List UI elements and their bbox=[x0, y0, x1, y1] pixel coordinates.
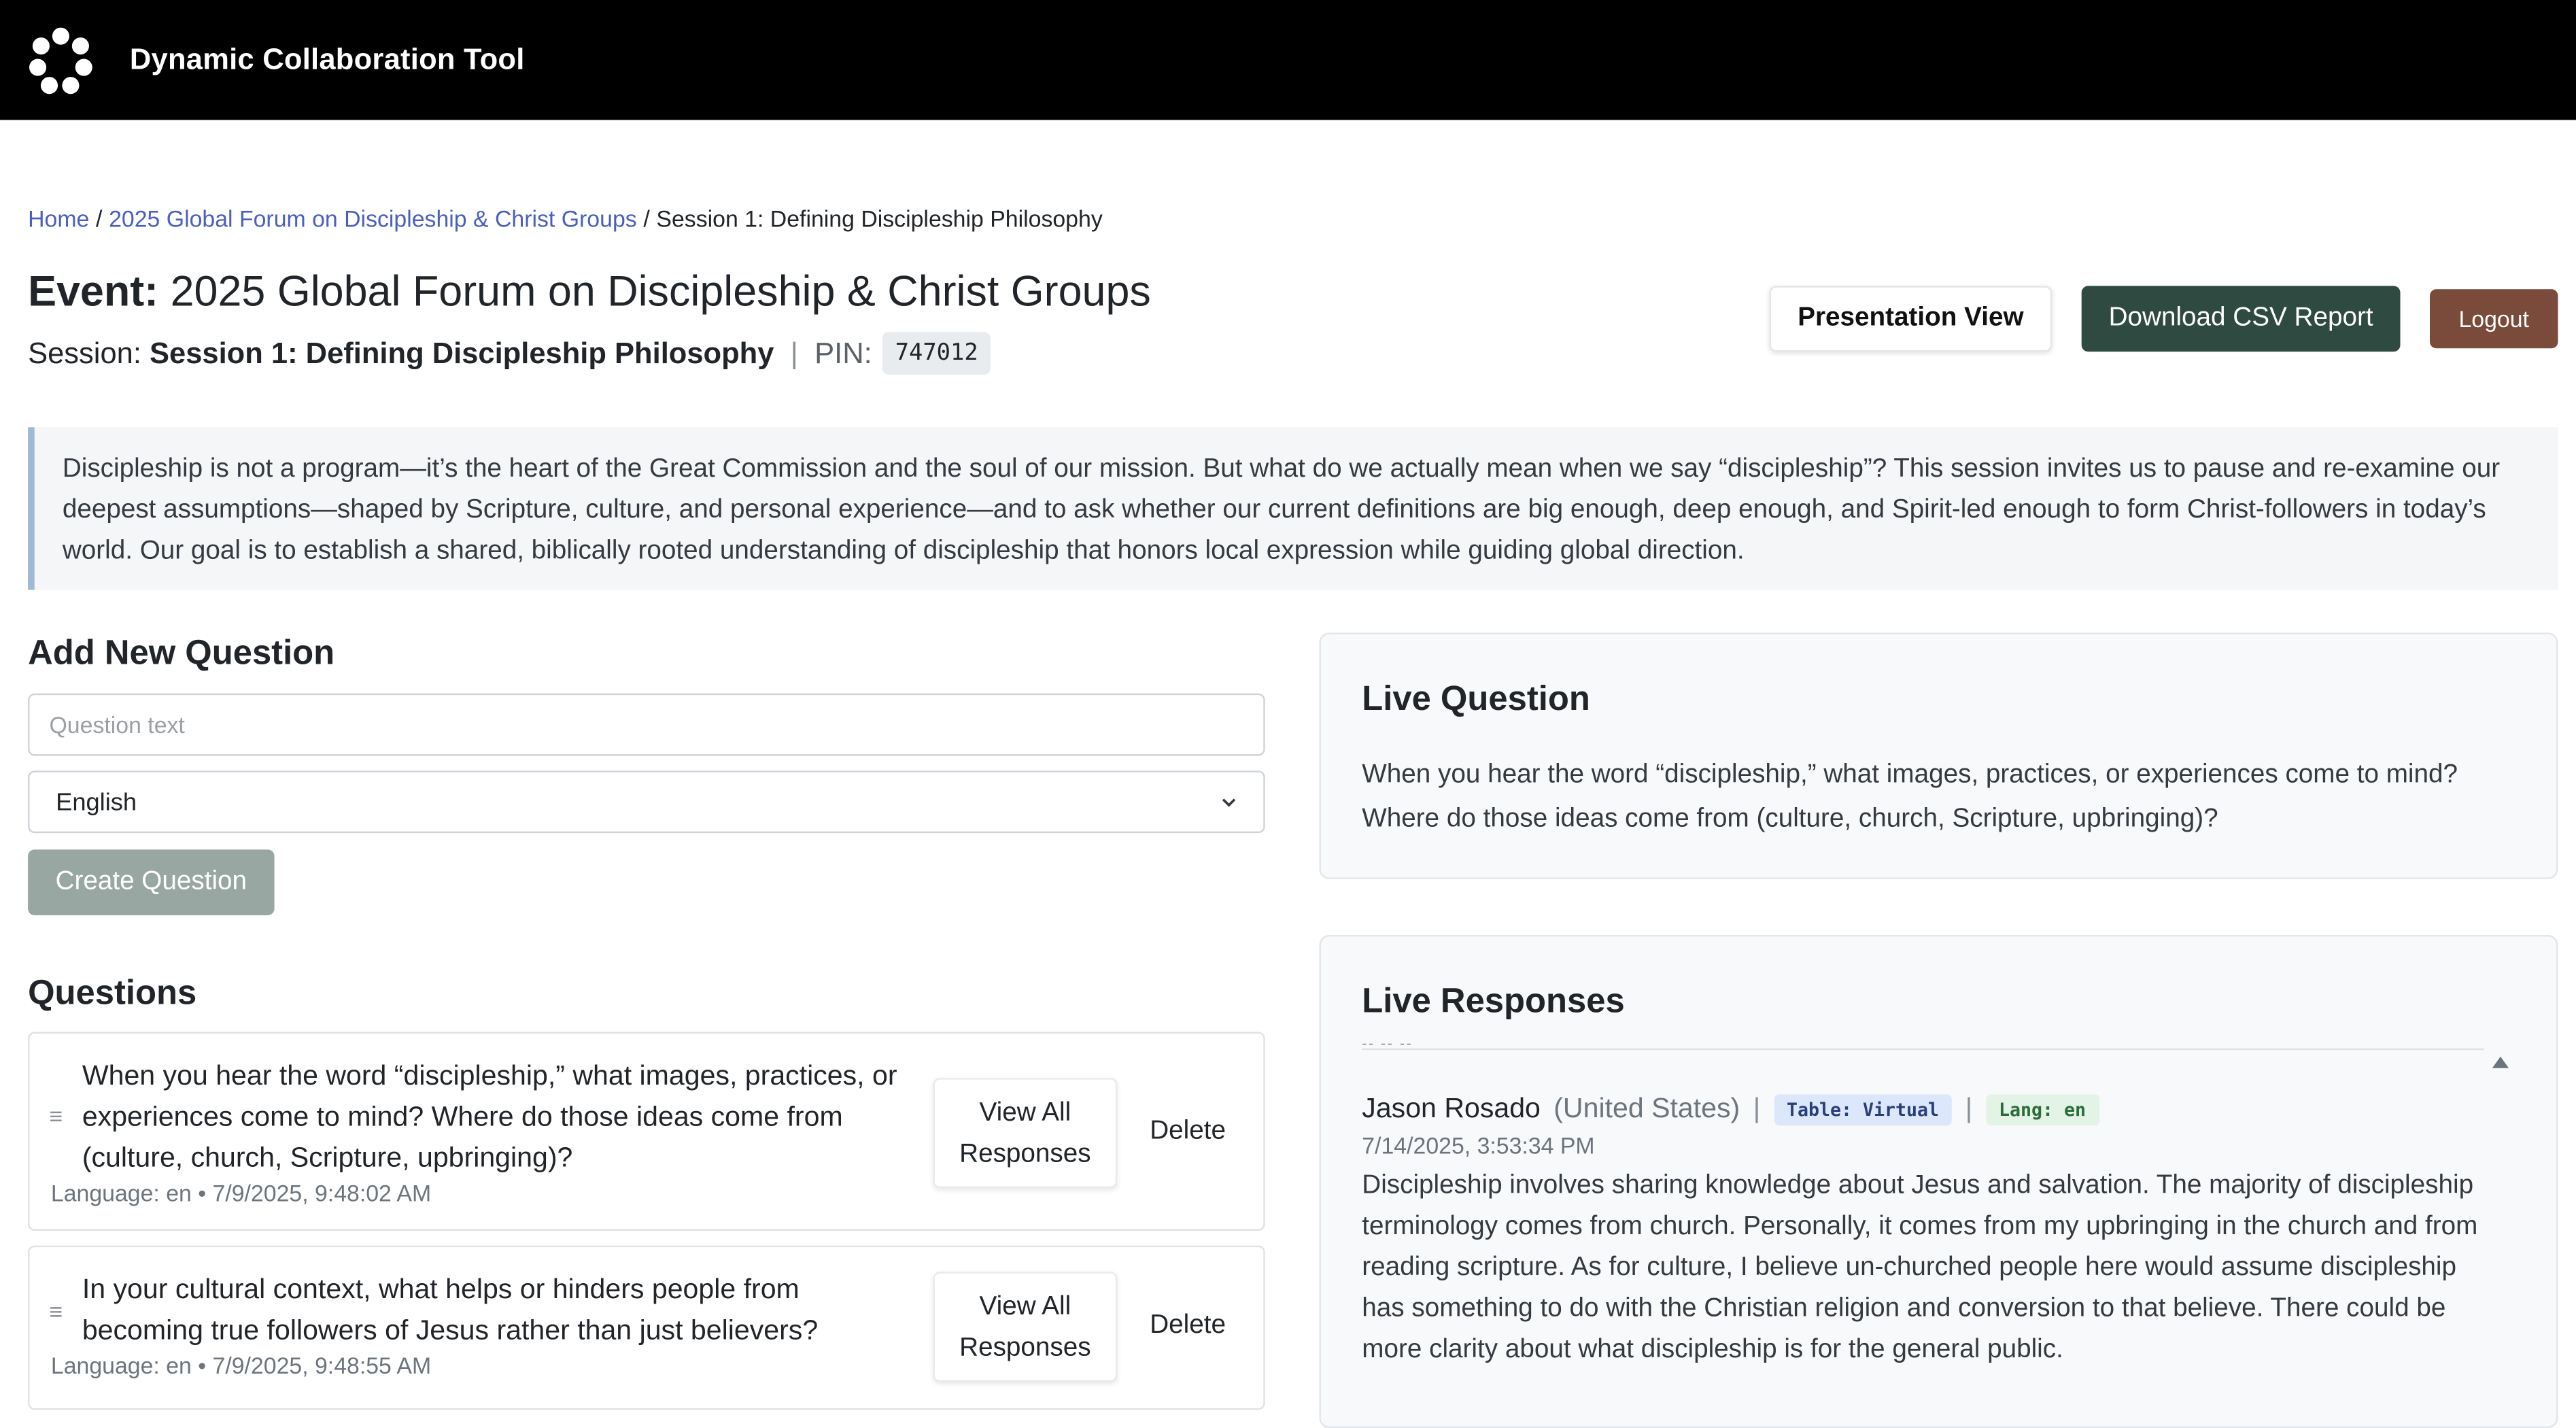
breadcrumb-separator: / bbox=[643, 205, 650, 232]
question-text-input[interactable] bbox=[28, 693, 1265, 756]
language-select[interactable]: English bbox=[28, 770, 1265, 834]
live-responses-panel: Live Responses -- -- -- Jason Rosado (Un… bbox=[1319, 934, 2558, 1428]
session-line: Session: Session 1: Defining Discipleshi… bbox=[28, 332, 992, 375]
view-all-responses-button[interactable]: View All Responses bbox=[933, 1272, 1118, 1382]
event-label: Event: bbox=[28, 266, 159, 316]
logout-button[interactable]: Logout bbox=[2430, 289, 2558, 349]
event-name: 2025 Global Forum on Discipleship & Chri… bbox=[170, 266, 1151, 316]
responder-country: (United States) bbox=[1553, 1092, 1740, 1124]
add-question-heading: Add New Question bbox=[28, 634, 335, 673]
language-tag: Lang: en bbox=[1985, 1093, 2099, 1125]
chevron-down-icon bbox=[1222, 798, 1236, 807]
delete-question-button[interactable]: Delete bbox=[1131, 1108, 1246, 1157]
delete-question-button[interactable]: Delete bbox=[1131, 1302, 1246, 1350]
breadcrumb-separator: / bbox=[96, 205, 103, 232]
response-divider: | bbox=[1965, 1092, 1973, 1124]
page: Dynamic Collaboration Tool Home/2025 Glo… bbox=[0, 0, 2576, 1428]
live-question-heading: Live Question bbox=[1362, 680, 1590, 719]
breadcrumb-event-link[interactable]: 2025 Global Forum on Discipleship & Chri… bbox=[109, 205, 637, 232]
pin-badge: 747012 bbox=[882, 332, 992, 375]
session-divider: | bbox=[790, 336, 798, 369]
responder-name: Jason Rosado bbox=[1362, 1092, 1541, 1124]
flower-logo-icon[interactable] bbox=[27, 27, 95, 95]
response-timestamp: 7/14/2025, 3:53:34 PM bbox=[1362, 1132, 1595, 1159]
app-title: Dynamic Collaboration Tool bbox=[129, 42, 525, 76]
session-name: Session 1: Defining Discipleship Philoso… bbox=[150, 336, 774, 369]
question-text: In your cultural context, what helps or … bbox=[82, 1273, 819, 1346]
response-divider: | bbox=[1753, 1092, 1761, 1124]
top-navbar: Dynamic Collaboration Tool bbox=[0, 0, 2576, 120]
question-text: When you hear the word “discipleship,” w… bbox=[82, 1059, 897, 1174]
divider bbox=[1362, 1048, 2484, 1051]
drag-handle-icon[interactable]: ≡ bbox=[49, 1102, 63, 1129]
breadcrumb-current-session: Session 1: Defining Discipleship Philoso… bbox=[656, 205, 1103, 232]
response-header: Jason Rosado (United States) | Table: Vi… bbox=[1362, 1093, 2484, 1125]
table-tag: Table: Virtual bbox=[1773, 1093, 1953, 1125]
response-body: Discipleship involves sharing knowledge … bbox=[1362, 1171, 2478, 1364]
download-csv-button[interactable]: Download CSV Report bbox=[2081, 286, 2401, 352]
event-title: Event: 2025 Global Forum on Discipleship… bbox=[28, 266, 1151, 317]
pin-label: PIN: bbox=[814, 336, 872, 369]
questions-heading: Questions bbox=[28, 974, 197, 1013]
live-question-text: When you hear the word “discipleship,” w… bbox=[1362, 760, 2458, 834]
question-card: ≡ In your cultural context, what helps o… bbox=[28, 1245, 1265, 1410]
session-description: Discipleship is not a program—it’s the h… bbox=[28, 427, 2558, 590]
question-meta: Language: en • 7/9/2025, 9:48:02 AM bbox=[50, 1180, 432, 1206]
breadcrumb-home-link[interactable]: Home bbox=[28, 205, 89, 232]
response-item: Jason Rosado (United States) | Table: Vi… bbox=[1362, 1093, 2484, 1370]
breadcrumb: Home /2025 Global Forum on Discipleship &… bbox=[28, 205, 1103, 232]
scroll-up-arrow-icon[interactable] bbox=[2492, 1056, 2509, 1068]
live-responses-heading: Live Responses bbox=[1362, 983, 1625, 1021]
language-select-value: English bbox=[56, 787, 137, 816]
question-card: ≡ When you hear the word “discipleship,”… bbox=[28, 1032, 1265, 1231]
question-meta: Language: en • 7/9/2025, 9:48:55 AM bbox=[50, 1352, 432, 1379]
session-label: Session: bbox=[28, 336, 141, 369]
live-question-panel: Live Question When you hear the word “di… bbox=[1319, 632, 2558, 879]
presentation-view-button[interactable]: Presentation View bbox=[1769, 286, 2053, 352]
create-question-button[interactable]: Create Question bbox=[28, 849, 275, 915]
drag-handle-icon[interactable]: ≡ bbox=[49, 1298, 63, 1325]
view-all-responses-button[interactable]: View All Responses bbox=[933, 1078, 1118, 1189]
